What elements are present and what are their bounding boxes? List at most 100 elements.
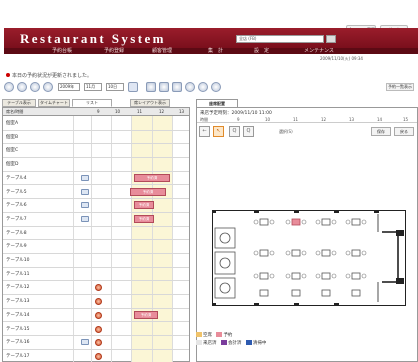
table-row[interactable]: テーブル16 — [3, 336, 189, 350]
nav-item-customers[interactable]: 顧客管理 — [152, 48, 172, 54]
table-icon[interactable] — [81, 174, 89, 181]
scale-label: 時間 — [200, 117, 208, 122]
table-icon[interactable] — [81, 215, 89, 222]
table-row[interactable]: テーブル14 — [3, 309, 189, 323]
floor-plan — [212, 210, 406, 306]
store-select[interactable]: 全店 (FB) — [236, 35, 324, 43]
seat-name: テーブル13 — [6, 299, 30, 305]
guest-icon[interactable] — [95, 325, 102, 333]
tab-layout[interactable]: 席レイアウト表示 — [130, 99, 170, 107]
table-row[interactable]: テーブル6 — [3, 199, 189, 213]
view-day-icon[interactable] — [146, 82, 156, 92]
table-row[interactable]: テーブル12 — [3, 281, 189, 296]
scale-label: 15 — [403, 117, 409, 122]
guest-icon[interactable] — [95, 339, 102, 347]
view-week-icon[interactable] — [159, 82, 169, 92]
nav-item-maintenance[interactable]: メンテナンス — [304, 48, 334, 54]
print-icon[interactable] — [198, 82, 208, 92]
guest-icon[interactable] — [95, 311, 102, 319]
table-row[interactable]: テーブル9 — [3, 240, 189, 254]
pointer-tool-icon[interactable]: ← — [199, 126, 210, 137]
round-table — [219, 257, 231, 269]
door-block — [396, 230, 404, 236]
seat-name: テーブル9 — [6, 244, 27, 250]
reservation-block[interactable]: 予約済 — [134, 201, 154, 210]
table-row[interactable]: テーブル8 — [3, 227, 189, 241]
table-row[interactable]: テーブル13 — [3, 295, 189, 309]
table-icon[interactable] — [81, 339, 89, 346]
tab-seat-layout[interactable]: 座席配置 — [196, 99, 238, 107]
legend-vacant-swatch — [196, 332, 202, 337]
seat-table — [321, 249, 331, 257]
table-row[interactable]: テーブル7 — [3, 213, 189, 227]
legend-label: 清掃中 — [252, 341, 267, 346]
seat-name: 個室B — [6, 134, 19, 140]
notice-text: 本日の予約状況が更新されました。 — [12, 73, 93, 79]
seat-table — [291, 249, 301, 257]
zoom-in-icon[interactable]: Q — [229, 126, 240, 137]
booth — [214, 277, 236, 299]
reservation-block[interactable]: 予約済 — [134, 173, 170, 182]
refresh-icon[interactable] — [185, 82, 195, 92]
scale-label: 11 — [293, 117, 299, 122]
tab-table[interactable]: テーブル表示 — [2, 99, 36, 107]
table-row[interactable]: テーブル17 — [3, 350, 189, 362]
nav-item-register[interactable]: 予約登録 — [104, 48, 124, 54]
store-select-chevron-icon[interactable] — [326, 35, 336, 43]
month-select[interactable]: 11月 — [84, 83, 102, 91]
floor-walls — [212, 210, 406, 306]
alert-dot-icon — [6, 73, 10, 77]
table-icon[interactable] — [81, 188, 89, 195]
table-row[interactable]: 個室C — [3, 144, 189, 159]
table-icon[interactable] — [81, 202, 89, 209]
nav-item-ledger[interactable]: 予約台帳 — [52, 48, 72, 54]
reservation-block[interactable]: 予約済 — [134, 214, 154, 223]
legend-label: 会計済 — [227, 341, 242, 346]
zoom-out-icon[interactable]: Q — [243, 126, 254, 137]
table-row[interactable]: 個室A — [3, 117, 189, 131]
prev-day-icon[interactable] — [17, 82, 27, 92]
seat-name: テーブル17 — [6, 353, 30, 359]
year-select[interactable]: 2009年 — [58, 83, 80, 91]
prev-week-icon[interactable] — [4, 82, 14, 92]
table-row[interactable]: テーブル11 — [3, 268, 189, 282]
table-row[interactable]: テーブル10 — [3, 254, 189, 268]
seat-table — [321, 289, 331, 297]
legend-cleaning-swatch — [245, 340, 252, 345]
view-month-icon[interactable] — [172, 82, 182, 92]
table-row[interactable]: テーブル15 — [3, 323, 189, 337]
nav-item-summary[interactable]: 集 計 — [208, 48, 223, 54]
scale-label: 13 — [349, 117, 355, 122]
header-hour: 11 — [137, 109, 143, 114]
nav-item-settings[interactable]: 設 定 — [254, 48, 269, 54]
tab-timechart[interactable]: タイムチャート — [38, 99, 70, 107]
seat-name: 個室C — [6, 148, 19, 154]
table-row[interactable]: 個室B — [3, 131, 189, 145]
header-label: 席名/時間 — [6, 109, 24, 114]
legend-label: 予約 — [223, 333, 233, 338]
tool-mode-text: 選択(S) — [279, 129, 293, 134]
next-day-icon[interactable] — [43, 82, 53, 92]
today-icon[interactable] — [30, 82, 40, 92]
reservation-block[interactable]: 予約済 — [130, 187, 166, 196]
day-select[interactable]: 10日 — [106, 83, 124, 91]
reservation-block[interactable]: 予約済 — [134, 310, 158, 319]
guest-icon[interactable] — [95, 298, 102, 306]
seat-table — [259, 249, 269, 257]
table-row[interactable]: 個室D — [3, 158, 189, 172]
save-button[interactable]: 保存 — [371, 127, 391, 136]
reservation-list-button[interactable]: 予約一覧表示 — [386, 83, 414, 91]
calendar-icon[interactable] — [128, 82, 138, 92]
date-toolbar: 2009年 11月 10日 予約一覧表示 — [4, 82, 418, 94]
guest-icon[interactable] — [95, 352, 102, 360]
pillar — [294, 210, 299, 213]
seat-name: テーブル4 — [6, 175, 27, 181]
next-week-icon[interactable] — [211, 82, 221, 92]
time-scale: 時間 9 10 11 12 13 14 15 — [197, 117, 417, 123]
tab-list[interactable]: リスト — [72, 99, 112, 107]
back-button[interactable]: 戻る — [394, 127, 414, 136]
guest-icon[interactable] — [95, 284, 102, 292]
layout-toolbar: ← ↖ Q Q 選択(S) 保存 戻る — [199, 126, 415, 138]
seat-name: 個室A — [6, 121, 19, 126]
select-tool-icon[interactable]: ↖ — [213, 126, 224, 137]
